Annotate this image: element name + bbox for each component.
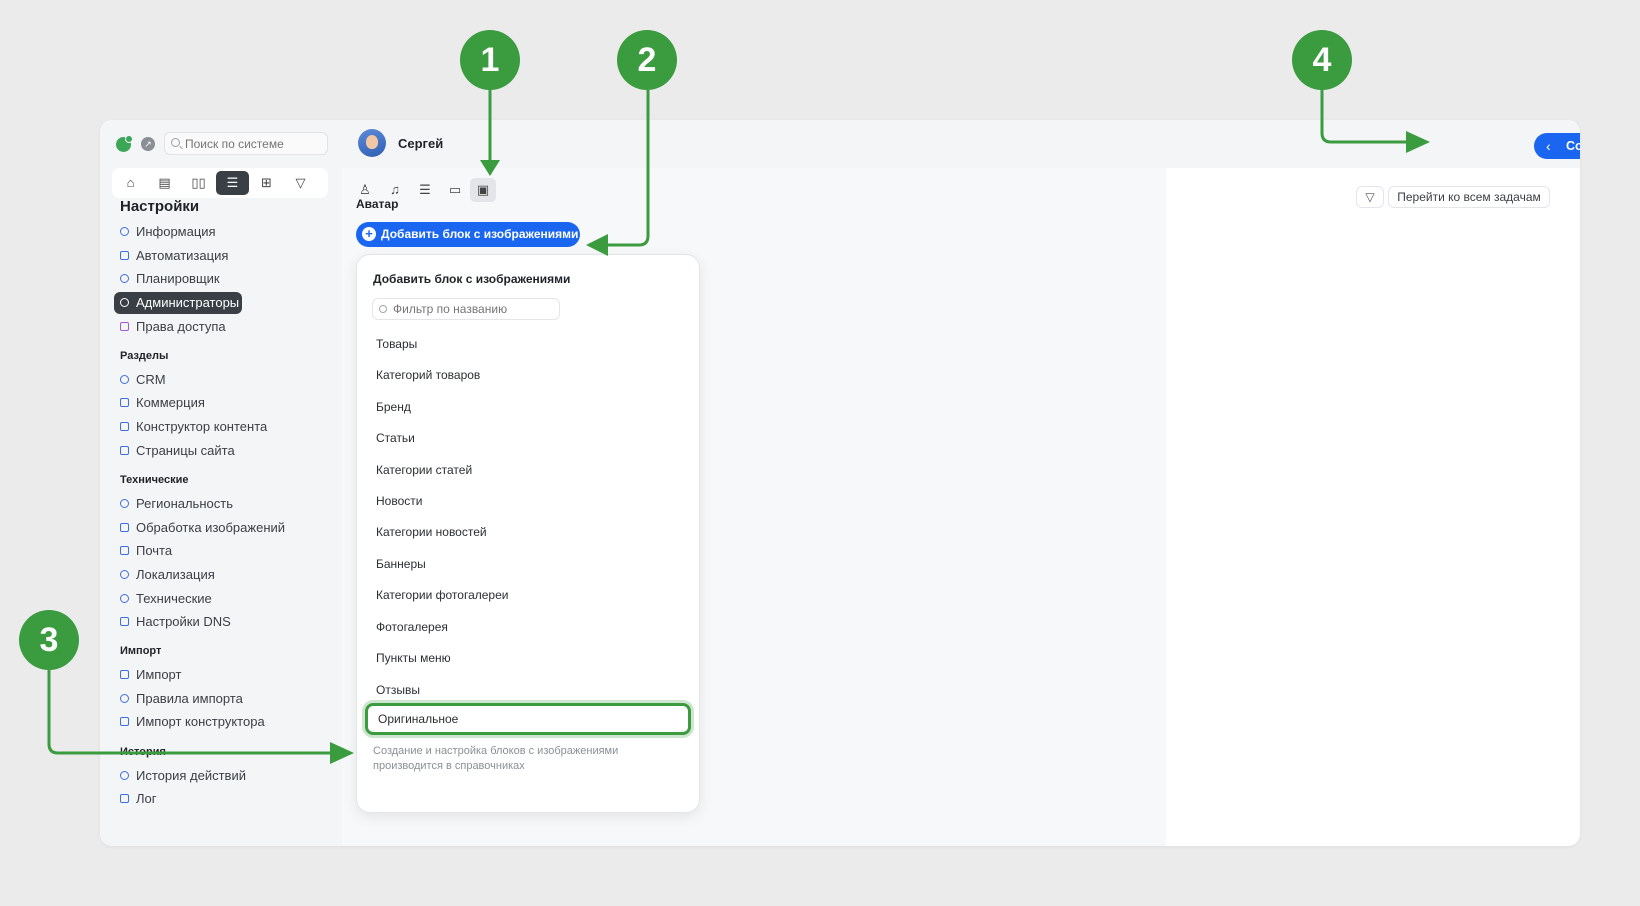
arrowhead-1 [480,160,500,176]
arrow-3 [47,668,334,755]
callout-2: 2 [617,30,677,90]
arrowhead-2 [586,234,608,256]
callout-3: 3 [19,610,79,670]
arrow-4 [1320,90,1410,144]
annotation-arrows [47,90,1430,764]
arrowhead-4 [1406,131,1430,153]
arrow-2 [606,90,650,247]
arrowhead-3 [330,742,354,764]
callout-1: 1 [460,30,520,90]
callout-4: 4 [1292,30,1352,90]
